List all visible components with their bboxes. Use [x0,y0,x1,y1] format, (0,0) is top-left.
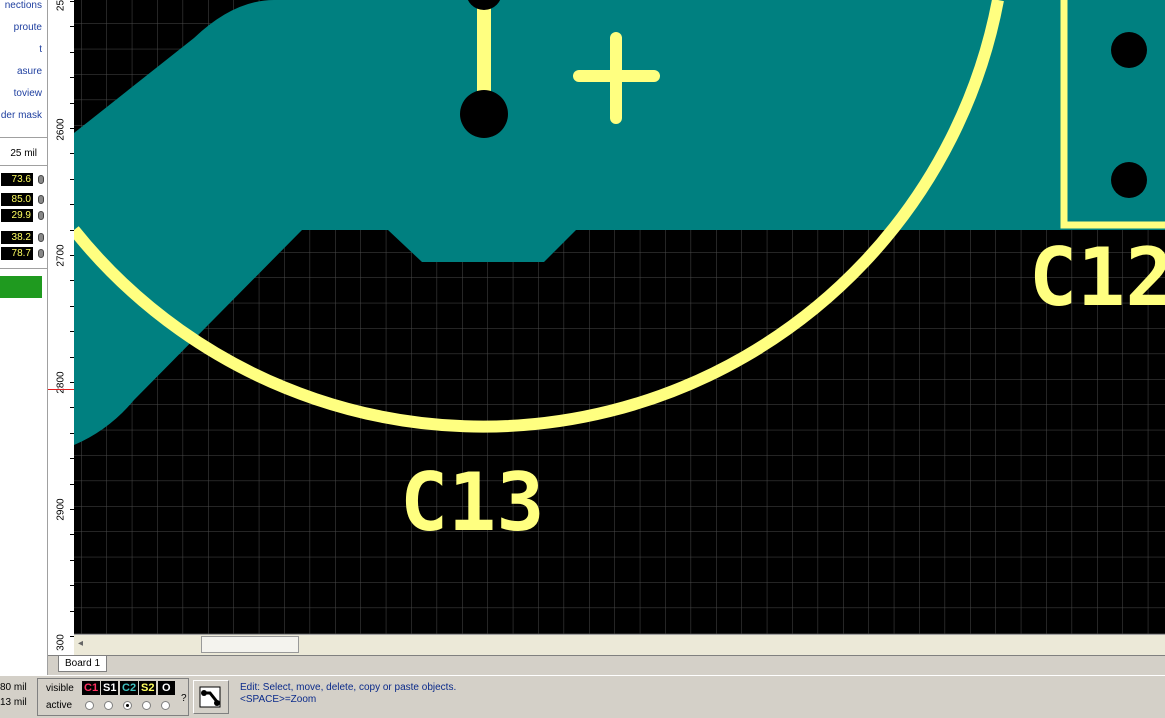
layer-s1[interactable]: S1 [101,681,119,695]
menu-item-test[interactable]: t [39,44,42,55]
scroll-left-icon[interactable]: ◂ [78,638,83,649]
horizontal-scrollbar[interactable]: ◂ [74,634,1165,656]
layer-s2[interactable]: S2 [139,681,157,695]
label-c12: C12 [1029,231,1165,324]
radio-active-c1[interactable] [85,701,94,710]
radio-active-o[interactable] [161,701,170,710]
drill-hole[interactable] [1111,32,1147,68]
menu-item-connections[interactable]: nections [5,0,42,11]
ruler-label: 300 [55,634,67,651]
separator [0,137,47,138]
status-line-2: <SPACE>=Zoom [240,694,317,705]
visible-label: visible [46,683,74,694]
menu-item-autoroute[interactable]: proute [14,22,42,33]
cursor-marker [48,389,74,390]
vertical-ruler: 25 2600 2700 2800 2900 300 [48,0,74,655]
value-spin-button[interactable] [38,211,44,220]
value-spin-button[interactable] [38,195,44,204]
layer-panel: visible active C1 S1 C2 S2 O ? [37,678,189,716]
menu-item-solder-mask[interactable]: der mask [1,110,42,121]
coord-y: 13 mil [0,697,27,708]
radio-active-s2[interactable] [142,701,151,710]
grid-size-label: 25 mil [10,148,37,159]
active-label: active [46,700,73,711]
menu-item-photoview[interactable]: toview [14,88,42,99]
edit-tool-button[interactable] [193,680,229,714]
separator [0,165,47,166]
tab-board-1[interactable]: Board 1 [58,656,108,672]
value-field-2[interactable]: 85.0 [1,193,33,206]
ruler-label: 25 [55,0,67,12]
value-field-5[interactable]: 78.7 [1,247,33,260]
status-line-1: Edit: Select, move, delete, copy or past… [240,682,457,693]
tab-bar: Board 1 [48,655,1165,676]
status-message: Edit: Select, move, delete, copy or past… [240,682,456,706]
layer-c1[interactable]: C1 [82,681,101,695]
status-bar: 80 mil 13 mil visible active C1 S1 C2 S2… [0,675,1165,718]
drill-hole[interactable] [460,90,508,138]
ruler-label: 2900 [55,498,67,521]
layer-c2[interactable]: C2 [120,681,139,695]
drill-hole[interactable] [1111,162,1147,198]
value-field-4[interactable]: 38.2 [1,231,33,244]
radio-active-s1[interactable] [104,701,113,710]
layer-o[interactable]: O [158,681,175,695]
ruler-label: 2600 [55,118,67,141]
label-c13: C13 [400,456,545,549]
value-spin-button[interactable] [38,249,44,258]
scrollbar-thumb[interactable] [201,636,299,653]
menu-item-measure[interactable]: asure [17,66,42,77]
coord-x: 80 mil [0,682,27,693]
radio-active-c2[interactable] [123,701,132,710]
value-field-1[interactable]: 73.6 [1,173,33,186]
ruler-label: 2700 [55,244,67,267]
left-tool-panel: nections proute t asure toview der mask … [0,0,48,675]
pcb-canvas[interactable]: C13 C12 [74,0,1165,634]
help-icon[interactable]: ? [181,693,187,704]
color-swatch-button[interactable] [0,276,42,298]
pcb-drawing[interactable]: C13 C12 [74,0,1165,634]
value-spin-button[interactable] [38,233,44,242]
separator [0,268,47,269]
trace-tool-icon [199,686,221,708]
value-field-3[interactable]: 29.9 [1,209,33,222]
ruler-label: 2800 [55,371,67,394]
value-spin-button[interactable] [38,175,44,184]
